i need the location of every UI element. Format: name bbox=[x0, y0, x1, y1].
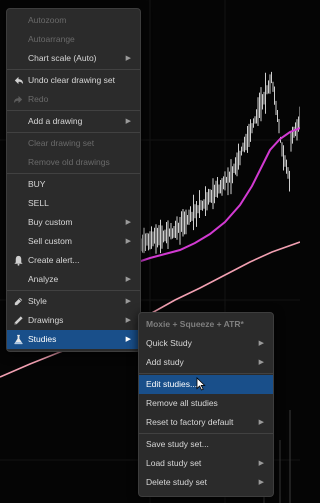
menu-item-edit-studies[interactable]: Edit studies... bbox=[139, 375, 273, 394]
mouse-pointer-icon bbox=[196, 377, 206, 391]
menu-separator bbox=[7, 290, 140, 291]
flask-icon bbox=[14, 334, 23, 345]
chevron-right-icon: ▶ bbox=[125, 336, 131, 343]
menu-item-label: Edit studies... bbox=[146, 379, 198, 389]
menu-item-delete-study-set[interactable]: Delete study set ▶ bbox=[139, 473, 273, 492]
menu-item-label: Clear drawing set bbox=[28, 138, 95, 148]
menu-item-quick-study[interactable]: Quick Study ▶ bbox=[139, 334, 273, 353]
menu-item-remove-old-drawings[interactable]: Remove old drawings bbox=[7, 153, 140, 172]
redo-icon bbox=[13, 95, 23, 104]
studies-submenu: Moxie + Squeeze + ATR* Quick Study ▶ Add… bbox=[138, 312, 274, 497]
menu-item-create-alert[interactable]: Create alert... bbox=[7, 251, 140, 270]
chevron-right-icon: ▶ bbox=[258, 359, 264, 366]
menu-item-drawings[interactable]: Drawings ▶ bbox=[7, 311, 140, 330]
menu-item-add-a-drawing[interactable]: Add a drawing ▶ bbox=[7, 112, 140, 131]
chevron-right-icon: ▶ bbox=[125, 219, 131, 226]
menu-item-studies[interactable]: Studies ▶ bbox=[7, 330, 140, 349]
menu-item-analyze[interactable]: Analyze ▶ bbox=[7, 270, 140, 289]
chevron-right-icon: ▶ bbox=[125, 238, 131, 245]
menu-item-label: Delete study set bbox=[146, 477, 207, 487]
study-set-name-header: Moxie + Squeeze + ATR* bbox=[146, 319, 244, 329]
menu-item-label: Add study bbox=[146, 357, 184, 367]
menu-separator bbox=[7, 132, 140, 133]
menu-item-label: BUY bbox=[28, 179, 46, 189]
menu-item-remove-all-studies[interactable]: Remove all studies bbox=[139, 394, 273, 413]
menu-item-sell-custom[interactable]: Sell custom ▶ bbox=[7, 232, 140, 251]
menu-item-label: Studies bbox=[28, 334, 57, 344]
chevron-right-icon: ▶ bbox=[258, 340, 264, 347]
chevron-right-icon: ▶ bbox=[258, 419, 264, 426]
menu-item-label: Autozoom bbox=[28, 15, 67, 25]
chevron-right-icon: ▶ bbox=[258, 479, 264, 486]
chevron-right-icon: ▶ bbox=[125, 55, 131, 62]
menu-item-label: Buy custom bbox=[28, 217, 73, 227]
menu-item-label: Style bbox=[28, 296, 47, 306]
menu-item-label: Remove all studies bbox=[146, 398, 218, 408]
menu-separator bbox=[139, 373, 273, 374]
chart-context-menu: Autozoom Autoarrange Chart scale (Auto) … bbox=[6, 8, 141, 352]
menu-item-label: Drawings bbox=[28, 315, 64, 325]
menu-item-autoarrange[interactable]: Autoarrange bbox=[7, 30, 140, 49]
menu-item-undo-clear-drawing-set[interactable]: Undo clear drawing set bbox=[7, 71, 140, 90]
menu-item-redo[interactable]: Redo bbox=[7, 90, 140, 109]
menu-item-label: Remove old drawings bbox=[28, 157, 110, 167]
chevron-right-icon: ▶ bbox=[125, 118, 131, 125]
menu-item-label: Chart scale (Auto) bbox=[28, 53, 97, 63]
menu-item-label: Save study set... bbox=[146, 439, 209, 449]
menu-item-clear-drawing-set[interactable]: Clear drawing set bbox=[7, 134, 140, 153]
menu-item-add-study[interactable]: Add study ▶ bbox=[139, 353, 273, 372]
menu-item-save-study-set[interactable]: Save study set... bbox=[139, 435, 273, 454]
style-icon bbox=[14, 297, 23, 306]
chevron-right-icon: ▶ bbox=[258, 460, 264, 467]
menu-item-buy-custom[interactable]: Buy custom ▶ bbox=[7, 213, 140, 232]
menu-item-label: Autoarrange bbox=[28, 34, 75, 44]
pencil-icon bbox=[14, 316, 23, 325]
menu-item-label: Quick Study bbox=[146, 338, 192, 348]
menu-item-label: Load study set bbox=[146, 458, 202, 468]
menu-item-label: Sell custom bbox=[28, 236, 72, 246]
undo-icon bbox=[14, 76, 24, 85]
menu-item-autozoom[interactable]: Autozoom bbox=[7, 11, 140, 30]
menu-item-label: Analyze bbox=[28, 274, 59, 284]
menu-item-label: Reset to factory default bbox=[146, 417, 234, 427]
menu-item-label: Create alert... bbox=[28, 255, 80, 265]
bell-icon bbox=[14, 255, 23, 266]
menu-separator bbox=[139, 433, 273, 434]
chevron-right-icon: ▶ bbox=[125, 298, 131, 305]
menu-item-label: SELL bbox=[28, 198, 49, 208]
menu-separator bbox=[7, 110, 140, 111]
menu-item-load-study-set[interactable]: Load study set ▶ bbox=[139, 454, 273, 473]
menu-item-buy[interactable]: BUY bbox=[7, 175, 140, 194]
menu-separator bbox=[7, 173, 140, 174]
menu-item-sell[interactable]: SELL bbox=[7, 194, 140, 213]
chevron-right-icon: ▶ bbox=[125, 276, 131, 283]
menu-item-reset-to-factory-default[interactable]: Reset to factory default ▶ bbox=[139, 413, 273, 432]
menu-item-label: Undo clear drawing set bbox=[28, 75, 115, 85]
menu-item-chart-scale[interactable]: Chart scale (Auto) ▶ bbox=[7, 49, 140, 68]
menu-item-label: Redo bbox=[28, 94, 49, 104]
menu-item-style[interactable]: Style ▶ bbox=[7, 292, 140, 311]
chevron-right-icon: ▶ bbox=[125, 317, 131, 324]
menu-separator bbox=[7, 69, 140, 70]
menu-item-label: Add a drawing bbox=[28, 116, 83, 126]
